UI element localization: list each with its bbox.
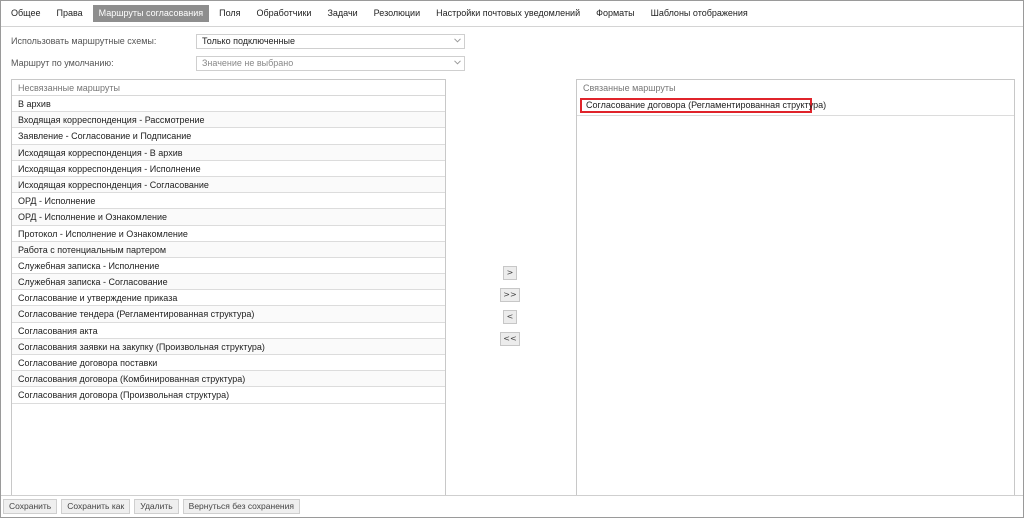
default-route-value: Значение не выбрано bbox=[202, 57, 294, 68]
list-item[interactable]: Согласования заявки на закупку (Произвол… bbox=[12, 338, 445, 355]
divider bbox=[577, 115, 1014, 116]
list-item[interactable]: Исходящая корреспонденция - В архив bbox=[12, 144, 445, 161]
list-item[interactable]: Протокол - Исполнение и Ознакомление bbox=[12, 226, 445, 242]
default-route-select[interactable]: Значение не выбрано bbox=[196, 55, 465, 71]
list-item[interactable]: Исходящая корреспонденция - Согласование bbox=[12, 176, 445, 194]
list-item[interactable]: Согласование тендера (Регламентированная… bbox=[12, 306, 445, 323]
footer-toolbar: Сохранить Сохранить как Удалить Вернутьс… bbox=[1, 495, 1023, 517]
list-item[interactable]: Согласования акта bbox=[12, 323, 445, 339]
chevron-down-icon bbox=[454, 37, 461, 44]
use-schemes-label: Использовать маршрутные схемы: bbox=[11, 36, 157, 46]
tab-resolutions[interactable]: Резолюции bbox=[368, 5, 426, 22]
tab-tasks[interactable]: Задачи bbox=[321, 5, 363, 22]
unlinked-routes-header: Несвязанные маршруты bbox=[12, 80, 445, 96]
save-as-button[interactable]: Сохранить как bbox=[61, 499, 131, 514]
list-item[interactable]: Служебная записка - Исполнение bbox=[12, 258, 445, 275]
list-item[interactable]: Исходящая корреспонденция - Исполнение bbox=[12, 161, 445, 177]
save-button[interactable]: Сохранить bbox=[3, 499, 58, 514]
move-all-left-button[interactable]: << bbox=[500, 332, 520, 346]
move-left-button[interactable]: < bbox=[503, 310, 517, 324]
tab-display-templates[interactable]: Шаблоны отображения bbox=[645, 5, 754, 22]
list-item[interactable]: Входящая корреспонденция - Рассмотрение bbox=[12, 112, 445, 129]
move-right-button[interactable]: > bbox=[503, 266, 517, 280]
use-schemes-value: Только подключенные bbox=[202, 35, 295, 46]
tab-fields[interactable]: Поля bbox=[213, 5, 246, 22]
linked-route-item[interactable]: Согласование договора (Регламентированна… bbox=[580, 98, 826, 113]
tab-general[interactable]: Общее bbox=[5, 5, 46, 22]
list-item[interactable]: ОРД - Исполнение и Ознакомление bbox=[12, 209, 445, 226]
list-item[interactable]: Согласования договора (Произвольная стру… bbox=[12, 387, 445, 404]
default-route-label: Маршрут по умолчанию: bbox=[11, 58, 114, 68]
default-route-row: Маршрут по умолчанию: Значение не выбран… bbox=[11, 55, 465, 71]
list-item[interactable]: Служебная записка - Согласование bbox=[12, 274, 445, 291]
unlinked-routes-list: В архив Входящая корреспонденция - Рассм… bbox=[12, 96, 445, 404]
list-item[interactable]: Заявление - Согласование и Подписание bbox=[12, 128, 445, 145]
tab-formats[interactable]: Форматы bbox=[590, 5, 640, 22]
tab-bar: Общее Права Маршруты согласования Поля О… bbox=[1, 1, 1023, 27]
list-item[interactable]: Согласование договора поставки bbox=[12, 355, 445, 372]
move-all-right-button[interactable]: >> bbox=[500, 288, 520, 302]
unlinked-routes-panel: Несвязанные маршруты В архив Входящая ко… bbox=[11, 79, 446, 496]
list-item[interactable]: ОРД - Исполнение bbox=[12, 193, 445, 210]
linked-routes-panel: Связанные маршруты Согласование договора… bbox=[576, 79, 1015, 496]
back-without-saving-button[interactable]: Вернуться без сохранения bbox=[182, 499, 300, 514]
use-schemes-select[interactable]: Только подключенные bbox=[196, 33, 465, 49]
tab-approval-routes[interactable]: Маршруты согласования bbox=[92, 5, 210, 22]
list-item[interactable]: Согласование и утверждение приказа bbox=[12, 290, 445, 307]
tab-rights[interactable]: Права bbox=[50, 5, 88, 22]
linked-routes-header: Связанные маршруты bbox=[583, 83, 676, 93]
delete-button[interactable]: Удалить bbox=[134, 499, 179, 514]
use-schemes-row: Использовать маршрутные схемы: Только по… bbox=[11, 33, 465, 49]
tab-handlers[interactable]: Обработчики bbox=[251, 5, 318, 22]
tab-mail-notifications[interactable]: Настройки почтовых уведомлений bbox=[430, 5, 586, 22]
list-item[interactable]: В архив bbox=[12, 96, 445, 113]
chevron-down-icon bbox=[454, 59, 461, 66]
list-item[interactable]: Работа с потенциальным партером bbox=[12, 241, 445, 258]
list-item[interactable]: Согласования договора (Комбинированная с… bbox=[12, 371, 445, 388]
